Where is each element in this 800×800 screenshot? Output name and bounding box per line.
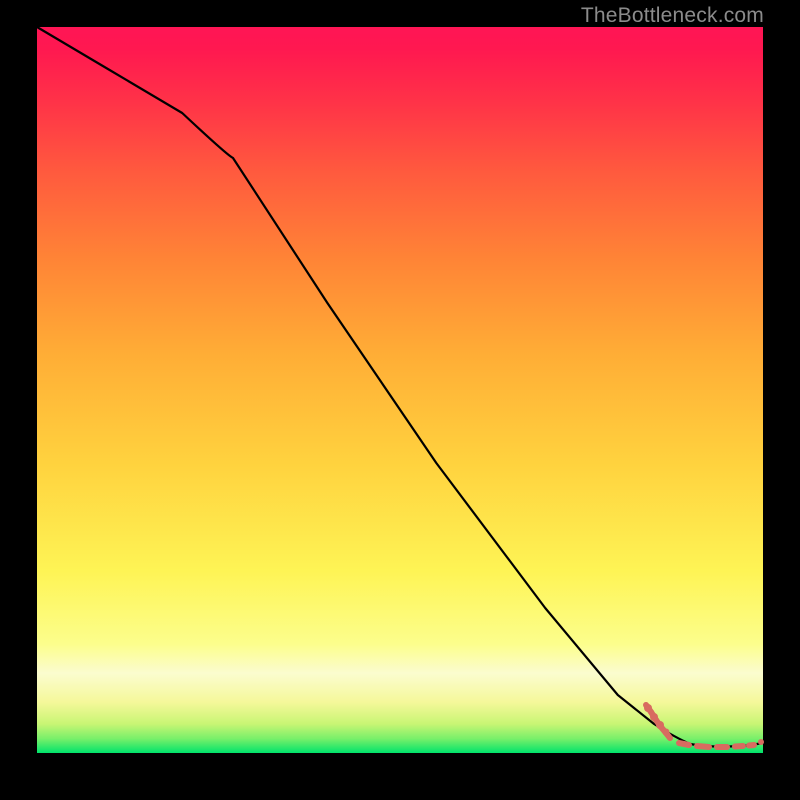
chart-svg [37, 27, 763, 753]
marker-dots [644, 704, 764, 745]
chart-stage: TheBottleneck.com [0, 0, 800, 800]
watermark-text: TheBottleneck.com [581, 4, 764, 28]
series-bottleneck-curve [37, 27, 763, 747]
